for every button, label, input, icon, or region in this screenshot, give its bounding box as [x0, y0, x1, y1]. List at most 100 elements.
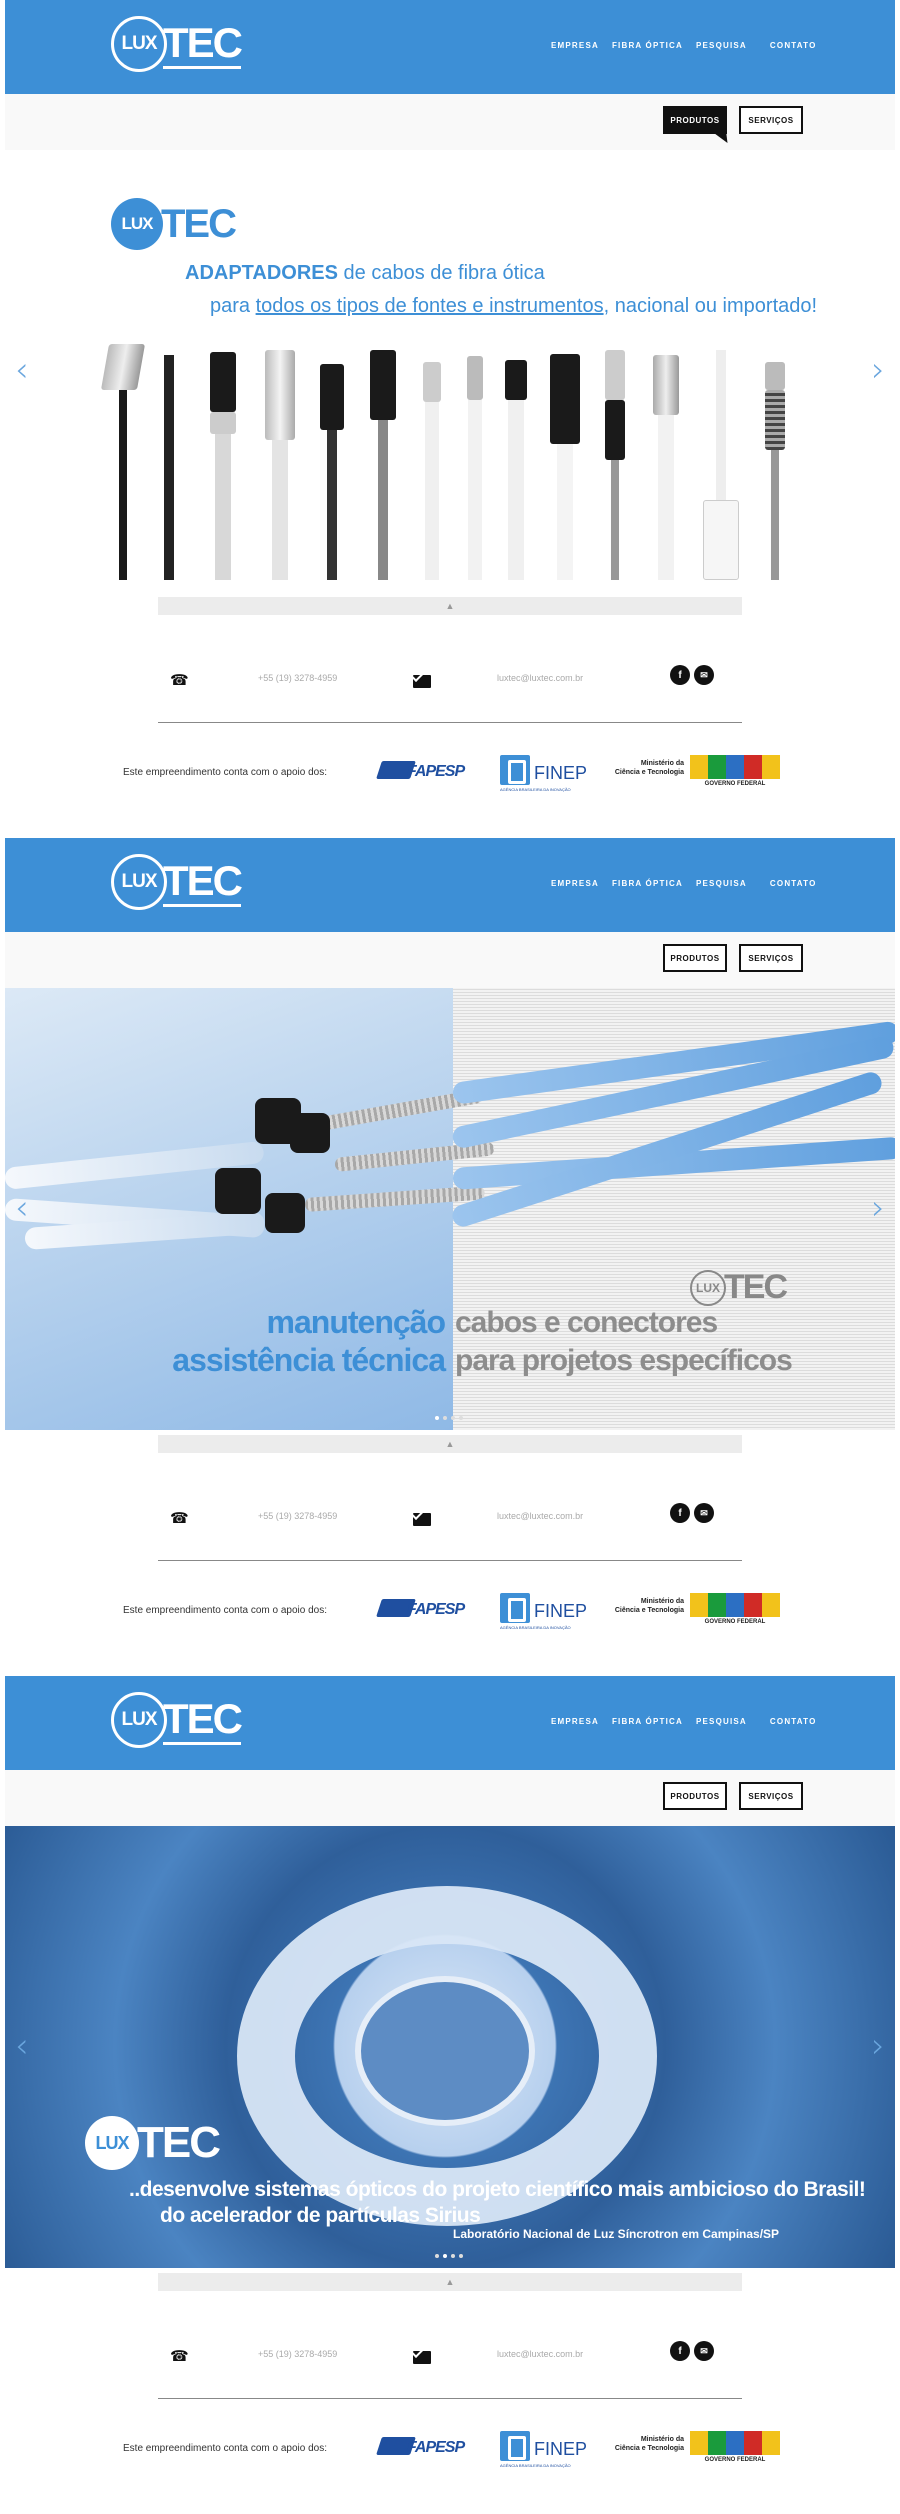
luxtec-logo[interactable]: LUX TEC	[111, 14, 251, 74]
phone-number[interactable]: +55 (19) 3278-4959	[258, 2349, 337, 2359]
slider-dots	[435, 1416, 463, 1420]
email-address[interactable]: luxtec@luxtec.com.br	[497, 673, 583, 683]
hero-slider: LUX TEC ..desenvolve sistemas ópticos do…	[5, 1826, 895, 2268]
logo-tec: TEC	[163, 19, 243, 69]
nav-empresa[interactable]: EMPRESA	[551, 41, 599, 50]
fapesp-logo[interactable]: FAPESP	[376, 759, 479, 785]
footer-divider	[158, 1560, 742, 1561]
logo-lux: LUX	[111, 1692, 167, 1748]
adapter-connector	[210, 352, 236, 580]
slide-sub-rest: , nacional ou importado!	[603, 295, 818, 317]
finep-logo[interactable]: FINEP AGÊNCIA BRASILEIRA DA INOVAÇÃO	[500, 2431, 590, 2469]
mail-icon	[413, 2351, 431, 2364]
slider-dot[interactable]	[459, 1416, 463, 1420]
facebook-icon[interactable]: f	[670, 665, 690, 685]
servicos-button[interactable]: SERVIÇOS	[739, 1782, 803, 1810]
sub-bar: PRODUTOS SERVIÇOS	[5, 94, 895, 150]
nav-fibra-optica[interactable]: FIBRA ÓPTICA	[612, 41, 683, 50]
logo-tec: TEC	[163, 1695, 243, 1745]
connector	[290, 1113, 330, 1153]
slide-logo-tec: TEC	[724, 1268, 788, 1306]
slider-prev-arrow-icon[interactable]: ‹	[15, 1188, 29, 1228]
mct-line2: Ciência e Tecnologia	[614, 2445, 684, 2452]
email-social-icon[interactable]: ✉	[694, 665, 714, 685]
luxtec-logo[interactable]: LUX TEC	[111, 852, 251, 912]
slide-sub-underlined: todos os tipos de fontes e instrumentos	[255, 295, 604, 317]
fapesp-text: FAPESP	[407, 763, 465, 780]
produtos-button[interactable]: PRODUTOS	[663, 1782, 727, 1810]
nav-empresa[interactable]: EMPRESA	[551, 879, 599, 888]
brasil-governo-logo[interactable]: GOVERNO FEDERAL	[690, 755, 780, 789]
slide-logo: LUX TEC	[690, 1268, 788, 1307]
slider-dots	[435, 2254, 463, 2258]
slide-headline-rest: de cabos de fibra ótica	[337, 262, 545, 284]
produtos-button[interactable]: PRODUTOS	[663, 106, 727, 134]
phone-number[interactable]: +55 (19) 3278-4959	[258, 1511, 337, 1521]
site-header: LUX TEC EMPRESA FIBRA ÓPTICA PESQUISA CO…	[5, 1676, 895, 1770]
slider-dot[interactable]	[435, 1416, 439, 1420]
nav-contato[interactable]: CONTATO	[770, 1717, 817, 1726]
fapesp-logo[interactable]: FAPESP	[376, 1597, 479, 1623]
brasil-governo-logo[interactable]: GOVERNO FEDERAL	[690, 2431, 780, 2465]
nav-fibra-optica[interactable]: FIBRA ÓPTICA	[612, 1717, 683, 1726]
slider-dot[interactable]	[451, 1416, 455, 1420]
email-social-icon[interactable]: ✉	[694, 1503, 714, 1523]
site-header: LUX TEC EMPRESA FIBRA ÓPTICA PESQUISA CO…	[5, 0, 895, 94]
produtos-button[interactable]: PRODUTOS	[663, 944, 727, 972]
finep-subtitle: AGÊNCIA BRASILEIRA DA INOVAÇÃO	[500, 2463, 571, 2468]
slider-dot[interactable]	[443, 2254, 447, 2258]
nav-pesquisa[interactable]: PESQUISA	[696, 41, 747, 50]
slider-prev-arrow-icon[interactable]: ‹	[15, 2026, 29, 2066]
slider-next-arrow-icon[interactable]: ›	[871, 350, 885, 390]
slider-dot[interactable]	[451, 2254, 455, 2258]
facebook-icon[interactable]: f	[670, 1503, 690, 1523]
mct-logo[interactable]: Ministério da Ciência e Tecnologia	[604, 759, 684, 777]
logo-tec: TEC	[163, 857, 243, 907]
email-social-icon[interactable]: ✉	[694, 2341, 714, 2361]
connector	[265, 1193, 305, 1233]
nav-pesquisa[interactable]: PESQUISA	[696, 1717, 747, 1726]
nav-pesquisa[interactable]: PESQUISA	[696, 879, 747, 888]
adapters-photo	[100, 330, 805, 580]
slider-dot[interactable]	[435, 2254, 439, 2258]
phone-number[interactable]: +55 (19) 3278-4959	[258, 673, 337, 683]
finep-logo[interactable]: FINEP AGÊNCIA BRASILEIRA DA INOVAÇÃO	[500, 755, 590, 793]
adapter-connector	[653, 355, 679, 580]
brasil-governo-logo[interactable]: GOVERNO FEDERAL	[690, 1593, 780, 1627]
nav-fibra-optica[interactable]: FIBRA ÓPTICA	[612, 879, 683, 888]
slider-next-arrow-icon[interactable]: ›	[871, 2026, 885, 2066]
sponsors-row: Este empreendimento conta com o apoio do…	[0, 755, 900, 795]
finep-logo[interactable]: FINEP AGÊNCIA BRASILEIRA DA INOVAÇÃO	[500, 1593, 590, 1631]
nav-contato[interactable]: CONTATO	[770, 879, 817, 888]
luxtec-logo[interactable]: LUX TEC	[111, 1690, 251, 1750]
collapse-bar[interactable]: ▲	[158, 1435, 742, 1453]
servicos-button[interactable]: SERVIÇOS	[739, 944, 803, 972]
facebook-icon[interactable]: f	[670, 2341, 690, 2361]
email-address[interactable]: luxtec@luxtec.com.br	[497, 2349, 583, 2359]
mct-logo[interactable]: Ministério da Ciência e Tecnologia	[604, 1597, 684, 1615]
slider-dot[interactable]	[443, 1416, 447, 1420]
slide-logo-tec: TEC	[137, 2118, 221, 2167]
nav-empresa[interactable]: EMPRESA	[551, 1717, 599, 1726]
phone-icon: ☎	[170, 2348, 189, 2365]
slider-next-arrow-icon[interactable]: ›	[871, 1188, 885, 1228]
adapter-connector	[550, 354, 580, 580]
slider-dot[interactable]	[459, 2254, 463, 2258]
slider-prev-arrow-icon[interactable]: ‹	[15, 350, 29, 390]
fapesp-logo[interactable]: FAPESP	[376, 2435, 479, 2461]
email-address[interactable]: luxtec@luxtec.com.br	[497, 1511, 583, 1521]
page-frame-3: LUX TEC EMPRESA FIBRA ÓPTICA PESQUISA CO…	[0, 1676, 900, 2514]
slide-text-cabos: cabos e conectores	[455, 1306, 718, 1339]
sponsors-text: Este empreendimento conta com o apoio do…	[123, 767, 328, 778]
mail-icon	[413, 1513, 431, 1526]
mct-line2: Ciência e Tecnologia	[614, 769, 684, 776]
servicos-button[interactable]: SERVIÇOS	[739, 106, 803, 134]
nav-contato[interactable]: CONTATO	[770, 41, 817, 50]
footer-divider	[158, 722, 742, 723]
slide-subheadline: para todos os tipos de fontes e instrume…	[210, 295, 817, 318]
slide-text-manutencao: manutenção	[266, 1304, 446, 1340]
collapse-bar[interactable]: ▲	[158, 597, 742, 615]
collapse-bar[interactable]: ▲	[158, 2273, 742, 2291]
mct-logo[interactable]: Ministério da Ciência e Tecnologia	[604, 2435, 684, 2453]
phone-icon: ☎	[170, 1510, 189, 1527]
